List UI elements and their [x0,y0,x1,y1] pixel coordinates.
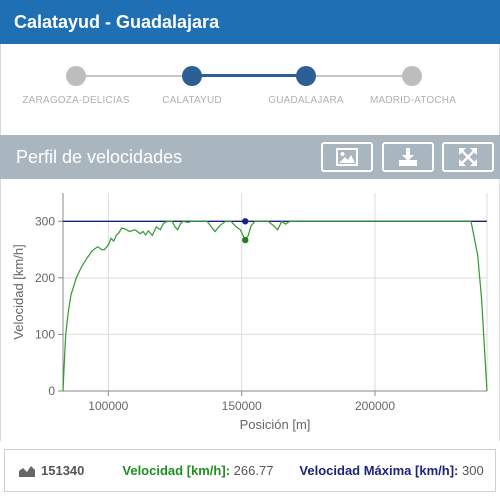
max-speed-value: 300 [461,463,484,478]
app-header: Calatayud - Guadalajara [0,0,500,44]
step-connector [76,75,192,77]
x-axis-label: Posición [m] [240,417,311,432]
step-dot-calatayud[interactable] [182,66,202,86]
y-tick-label: 300 [35,214,55,228]
speed-value: 266.77 [233,463,274,478]
y-axis-label: Velocidad [km/h] [11,244,26,339]
page-title: Calatayud - Guadalajara [14,11,220,32]
step-dot-guadalajara[interactable] [296,66,316,86]
step-connector [306,75,412,77]
download-icon [399,148,417,166]
chart-axes: 100000 150000 200000 0 100 200 300 [35,193,487,413]
x-tick-label: 150000 [222,399,262,413]
route-stepper: ZARAGOZA-DELICIAS CALATAYUD GUADALAJARA … [0,44,500,135]
step-connector-active [192,74,306,77]
image-icon [336,148,358,166]
y-tick-label: 100 [35,327,55,341]
download-button[interactable] [382,142,434,172]
x-tick-label: 200000 [355,399,395,413]
cursor-info-bar: 151340 Velocidad [km/h]: 266.77 Velocida… [4,449,496,492]
panel-title: Perfil de velocidades [16,146,183,167]
fullscreen-icon [459,148,477,166]
step-dot-zaragoza[interactable] [66,66,86,86]
series-line-speed [62,220,488,392]
area-chart-icon [19,465,35,477]
step-dot-madrid[interactable] [402,66,422,86]
step-label-zaragoza: ZARAGOZA-DELICIAS [22,95,130,106]
step-label-madrid: MADRID-ATOCHA [369,95,457,106]
chart-grid [63,193,488,392]
export-image-button[interactable] [321,142,373,172]
cursor-position-value: 151340 [41,463,85,478]
chart-svg[interactable]: 100000 150000 200000 0 100 200 300 Velocidad [… [1,179,499,441]
y-tick-label: 0 [48,384,55,398]
cursor-point-speed [242,236,249,244]
cursor-point-max-speed [242,218,249,225]
fullscreen-button[interactable] [442,142,494,172]
max-speed-label: Velocidad Máxima [km/h]: [299,463,459,478]
speed-label: Velocidad [km/h]: [122,463,231,478]
step-label-calatayud: CALATAYUD [162,95,222,106]
panel-header: Perfil de velocidades [0,135,500,179]
speed-profile-chart[interactable]: 100000 150000 200000 0 100 200 300 Velocidad [… [0,179,500,441]
x-tick-label: 100000 [88,399,128,413]
y-tick-label: 200 [35,271,55,285]
